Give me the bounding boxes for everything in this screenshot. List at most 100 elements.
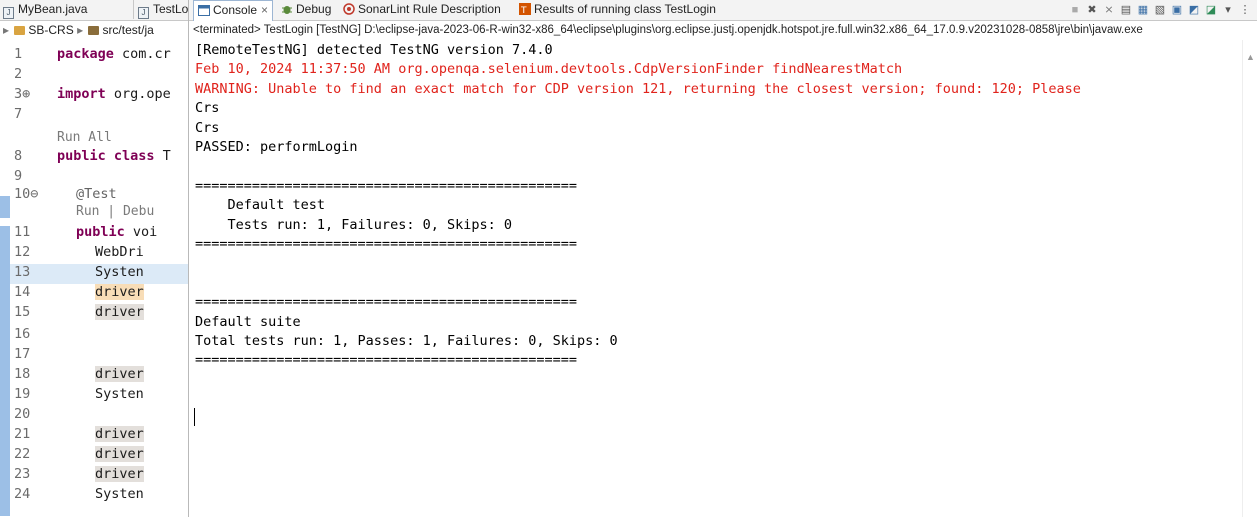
console-toolbar: ■ ✖ ⨯ ▤ ▦ ▧ ▣ ◩ ◪ ▾ ⋮ xyxy=(1068,2,1252,18)
console-line: ========================================… xyxy=(195,294,578,311)
tab-results-testlogin[interactable]: T Results of running class TestLogin xyxy=(515,0,720,19)
java-file-icon: J xyxy=(3,7,14,19)
console-line: Total tests run: 1, Passes: 1, Failures:… xyxy=(195,333,618,349)
code-line: 12 WebDri xyxy=(0,244,200,264)
console-output[interactable]: [RemoteTestNG] detected TestNG version 7… xyxy=(189,42,1239,517)
project-icon xyxy=(14,26,26,35)
code-lens-text: Run | Debu xyxy=(76,204,155,219)
breadcrumb: ▸ SB-CRS ▸ src/test/ja xyxy=(0,20,200,40)
change-marker xyxy=(0,226,10,516)
console-line: ========================================… xyxy=(195,177,578,194)
code-line: 24 Systen xyxy=(0,486,200,506)
line-number: 2 xyxy=(14,66,23,82)
code-line: 21 driver xyxy=(0,426,200,446)
chevron-down-icon[interactable]: ▾ xyxy=(1221,3,1235,17)
svg-text:T: T xyxy=(520,6,527,15)
code-line: 23 driver xyxy=(0,466,200,486)
console-line: Default test xyxy=(195,197,326,214)
line-number: 18 xyxy=(14,366,31,382)
line-number: 9 xyxy=(14,168,23,184)
close-icon[interactable]: × xyxy=(261,3,268,17)
bug-icon xyxy=(281,2,293,21)
console-line: PASSED: performLogin xyxy=(195,139,358,155)
code-text: public voi xyxy=(76,224,158,240)
editor-tab-testlogin[interactable]: J TestLo xyxy=(133,0,196,19)
scroll-lock-icon[interactable]: ▤ xyxy=(1119,3,1133,17)
code-text: driver xyxy=(95,304,144,320)
editor-tab-bar: J MyBean.java J TestLo xyxy=(0,0,200,21)
code-text: driver xyxy=(95,446,144,462)
open-console-icon[interactable]: ◪ xyxy=(1204,3,1218,17)
code-lens-text: Run All xyxy=(57,130,112,145)
scroll-up-icon[interactable]: ▲ xyxy=(1246,52,1255,62)
code-line: 2 xyxy=(0,66,200,86)
code-line: 9 xyxy=(0,168,200,188)
line-number: 7 xyxy=(14,106,23,122)
editor-tab-mybean[interactable]: J MyBean.java xyxy=(3,0,121,19)
tab-sonarlint-rule-description[interactable]: SonarLint Rule Description xyxy=(339,0,505,19)
code-text: driver xyxy=(95,366,144,382)
breadcrumb-project[interactable]: SB-CRS xyxy=(28,23,73,37)
code-text: Systen xyxy=(95,386,144,402)
console-line: Default suite xyxy=(195,313,301,330)
code-line: 20 xyxy=(0,406,200,426)
display-console-icon[interactable]: ▣ xyxy=(1170,3,1184,17)
code-text: import org.ope xyxy=(57,86,171,102)
code-line: 13 Systen xyxy=(0,264,200,284)
code-text: Systen xyxy=(95,486,144,502)
chevron-right-icon: ▸ xyxy=(77,23,84,37)
testng-icon: T xyxy=(519,2,531,21)
console-line: ========================================… xyxy=(195,352,578,369)
pin-icon[interactable]: ▧ xyxy=(1153,3,1167,17)
code-editor[interactable]: J MyBean.java J TestLo ▸ SB-CRS ▸ src/test… xyxy=(0,0,200,517)
vertical-scrollbar[interactable]: ▲ xyxy=(1242,40,1257,517)
console-process-header: <terminated> TestLogin [TestNG] D:\eclip… xyxy=(193,24,1143,36)
tab-console[interactable]: Console × xyxy=(193,0,274,21)
stop-icon[interactable]: ■ xyxy=(1068,3,1082,17)
code-line: 14 driver xyxy=(0,284,200,304)
new-console-icon[interactable]: ◩ xyxy=(1187,3,1201,17)
code-lens[interactable]: Run All xyxy=(0,130,200,150)
code-line: 11 public voi xyxy=(0,224,200,244)
console-line: Feb 10, 2024 11:37:50 AM org.openqa.sele… xyxy=(195,61,903,78)
line-number: 8 xyxy=(14,148,23,164)
console-view[interactable]: Console × Debug SonarLint Rule Descriptio… xyxy=(188,0,1257,517)
code-line: 7 xyxy=(0,106,200,126)
line-number: 21 xyxy=(14,426,31,442)
code-line: 22 driver xyxy=(0,446,200,466)
code-line: 3⊕ import org.ope xyxy=(0,86,200,106)
code-line: 8 public class T xyxy=(0,148,200,168)
line-number: 10⊖ xyxy=(14,186,39,202)
source-folder-icon xyxy=(88,26,100,35)
console-line: Tests run: 1, Failures: 0, Skips: 0 xyxy=(195,216,512,233)
code-text: public class T xyxy=(57,148,171,164)
line-number: 17 xyxy=(14,346,31,362)
chevron-right-icon: ▸ xyxy=(3,23,10,37)
java-file-icon: J xyxy=(138,7,149,19)
line-number: 16 xyxy=(14,326,31,342)
line-number: 24 xyxy=(14,486,31,502)
console-line: Crs xyxy=(195,119,220,136)
code-text: Systen xyxy=(95,264,144,280)
breadcrumb-path[interactable]: src/test/ja xyxy=(102,23,153,37)
remove-launch-icon[interactable]: ✖ xyxy=(1085,3,1099,17)
word-wrap-icon[interactable]: ▦ xyxy=(1136,3,1150,17)
line-number: 19 xyxy=(14,386,31,402)
line-number: 15 xyxy=(14,304,31,320)
remove-all-icon[interactable]: ⨯ xyxy=(1102,3,1116,17)
code-line: 18 driver xyxy=(0,366,200,386)
line-number: 11 xyxy=(14,224,31,240)
change-marker xyxy=(0,196,10,218)
code-text: @Test xyxy=(76,186,117,202)
code-line: 17 xyxy=(0,346,200,366)
code-lens[interactable]: Run | Debu xyxy=(0,204,200,224)
text-caret xyxy=(194,408,195,426)
code-line: 10⊖ @Test xyxy=(0,186,200,206)
view-menu-icon[interactable]: ⋮ xyxy=(1238,3,1252,17)
line-number: 23 xyxy=(14,466,31,482)
tab-debug[interactable]: Debug xyxy=(277,0,335,19)
line-number: 20 xyxy=(14,406,31,422)
code-line: 19 Systen xyxy=(0,386,200,406)
console-line: ========================================… xyxy=(195,236,578,252)
code-text: driver xyxy=(95,466,144,482)
